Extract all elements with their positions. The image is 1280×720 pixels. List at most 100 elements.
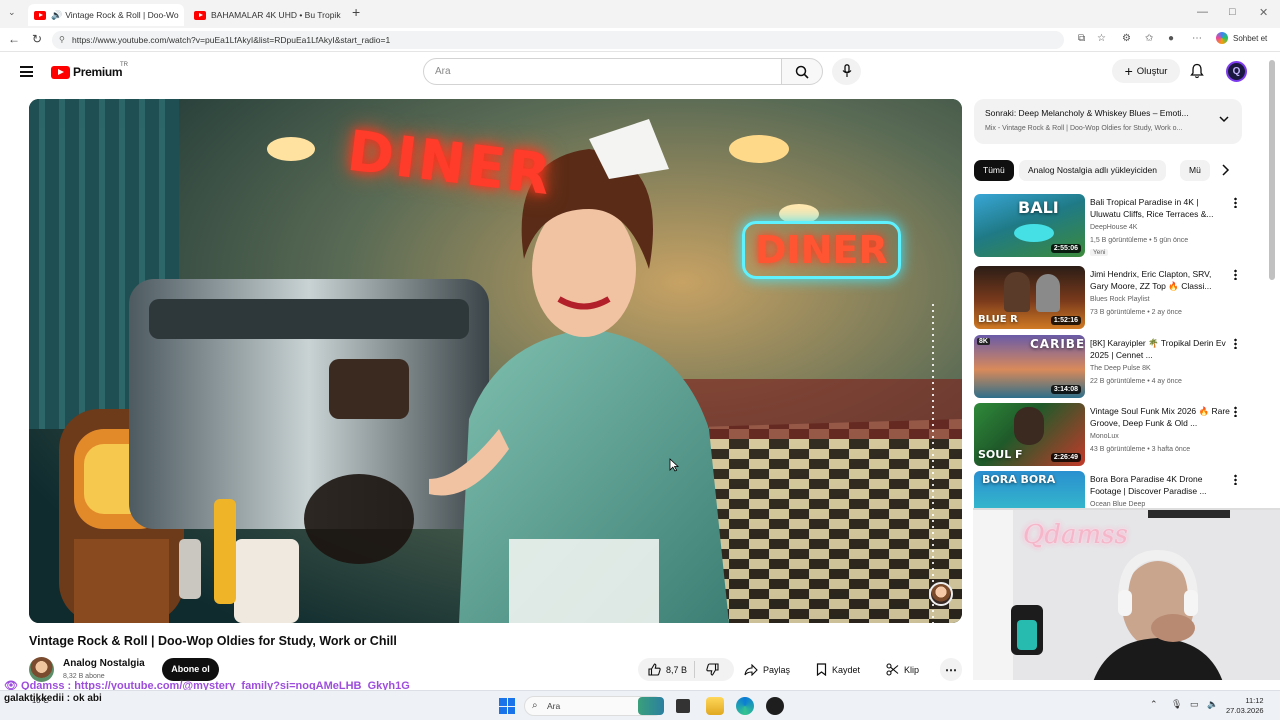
url-field[interactable]: ⚲ https://www.youtube.com/watch?v=puEa1L… xyxy=(52,31,1064,49)
dislike-button[interactable] xyxy=(706,663,724,678)
recommendation-channel[interactable]: The Deep Pulse 8K xyxy=(1090,365,1151,372)
more-actions-button[interactable]: ⋯ xyxy=(940,658,962,681)
youtube-premium-logo[interactable]: Premium xyxy=(51,65,123,79)
edge-browser-icon[interactable] xyxy=(736,697,754,715)
audio-visualizer xyxy=(932,304,934,623)
chevron-right-icon[interactable] xyxy=(1219,163,1231,177)
clip-label: Klip xyxy=(904,664,920,675)
volume-icon[interactable]: 🔈 xyxy=(1207,699,1218,710)
tab-bahamalar[interactable]: BAHAMALAR 4K UHD • Bu Tropik × xyxy=(188,4,344,26)
back-arrow-icon[interactable]: ← xyxy=(8,32,20,46)
youtube-favicon-icon xyxy=(194,10,206,20)
thumbnail-text: CARIBE xyxy=(1030,337,1085,351)
video-thumbnail[interactable]: BALI 2:55:06 xyxy=(974,194,1085,257)
chip-music[interactable]: Mü xyxy=(1180,160,1210,181)
chevron-down-icon[interactable] xyxy=(1218,113,1230,125)
recommendation-title[interactable]: Bali Tropical Paradise in 4K | Uluwatu C… xyxy=(1090,196,1230,220)
favorite-star-icon[interactable]: ☆ xyxy=(1097,33,1106,44)
windows-taskbar: galaktikkedii : ok abi 16°C ⌕ Ara ⌃ 🎙 ▭ … xyxy=(0,690,1280,720)
clock-date: 27.03.2026 xyxy=(1226,706,1264,715)
search-input[interactable]: Ara xyxy=(423,58,782,85)
more-vertical-icon[interactable] xyxy=(1234,338,1237,349)
video-thumbnail[interactable]: SOUL F 2:26:49 xyxy=(974,403,1085,466)
thumbs-down-icon xyxy=(706,663,719,676)
tray-chevron-icon[interactable]: ⌃ xyxy=(1150,699,1158,710)
recommendation-meta: 1,5 B görüntüleme • 5 gün önce xyxy=(1090,237,1189,244)
recommendation-item[interactable]: SOUL F 2:26:49 Vintage Soul Funk Mix 202… xyxy=(974,403,1244,467)
taskbar-search-label: Ara xyxy=(547,701,561,711)
filter-chips: Tümü Analog Nostalgia adlı yükleyiciden … xyxy=(974,160,1232,181)
chip-uploader[interactable]: Analog Nostalgia adlı yükleyiciden xyxy=(1019,160,1166,181)
menu-hamburger-icon[interactable] xyxy=(20,66,33,77)
mic-tray-icon[interactable]: 🎙 xyxy=(1171,699,1182,710)
account-avatar[interactable]: Q xyxy=(1226,61,1247,82)
channel-name[interactable]: Analog Nostalgia xyxy=(63,658,145,669)
recommendation-title[interactable]: [8K] Karayipler 🌴 Tropikal Derin Ev 2025… xyxy=(1090,337,1230,361)
save-button[interactable]: Kaydet xyxy=(816,658,860,681)
profile-icon[interactable]: ● xyxy=(1168,33,1174,44)
chat-overlay-line2: galaktikkedii : ok abi xyxy=(4,693,102,704)
create-button[interactable]: + Oluştur xyxy=(1112,59,1180,83)
search-button[interactable] xyxy=(781,58,823,85)
new-tab-button[interactable]: + xyxy=(352,4,360,20)
recommendation-title[interactable]: Jimi Hendrix, Eric Clapton, SRV, Gary Mo… xyxy=(1090,268,1230,292)
refresh-icon[interactable]: ↻ xyxy=(32,32,42,46)
file-explorer-icon[interactable] xyxy=(706,697,724,715)
recommendation-item[interactable]: BALI 2:55:06 Bali Tropical Paradise in 4… xyxy=(974,194,1244,258)
more-vertical-icon[interactable] xyxy=(1234,197,1237,208)
video-thumbnail[interactable]: BLUE R 1:52:16 xyxy=(974,266,1085,329)
more-vertical-icon[interactable] xyxy=(1234,474,1237,485)
recommendation-title[interactable]: Bora Bora Paradise 4K Drone Footage | Di… xyxy=(1090,473,1230,497)
youtube-header: Premium TR Ara + Oluştur Q xyxy=(0,52,1280,92)
more-menu-icon[interactable]: ⋯ xyxy=(1192,33,1202,44)
share-label: Paylaş xyxy=(763,664,791,675)
favorites-icon[interactable]: ✩ xyxy=(1145,33,1153,44)
recommendation-channel[interactable]: Ocean Blue Deep xyxy=(1090,501,1145,508)
scissors-icon xyxy=(886,663,899,676)
voice-search-button[interactable] xyxy=(832,58,861,85)
maximize-button[interactable]: □ xyxy=(1229,6,1236,18)
recommendation-channel[interactable]: DeepHouse 4K xyxy=(1090,224,1137,231)
task-view-icon[interactable] xyxy=(676,699,690,713)
tab-list-chevron-icon[interactable]: ⌄ xyxy=(8,7,16,18)
search-icon: ⌕ xyxy=(532,700,538,711)
page-scrollbar[interactable] xyxy=(1269,60,1275,280)
clip-button[interactable]: Klip xyxy=(886,658,919,681)
video-thumbnail[interactable]: 8K CARIBE 3:14:08 xyxy=(974,335,1085,398)
like-button[interactable]: 8,7 B xyxy=(648,663,687,676)
more-vertical-icon[interactable] xyxy=(1234,406,1237,417)
obs-app-icon[interactable] xyxy=(766,697,784,715)
next-up-title: Sonraki: Deep Melancholy & Whiskey Blues… xyxy=(985,108,1189,118)
recommendation-item[interactable]: BLUE R 1:52:16 Jimi Hendrix, Eric Clapto… xyxy=(974,266,1244,330)
bookmark-icon xyxy=(816,663,827,676)
site-info-icon[interactable]: ⚲ xyxy=(59,31,65,49)
tab-vintage-rock[interactable]: 🔊 Vintage Rock & Roll | Doo-Wo × xyxy=(28,4,184,26)
app-available-icon[interactable]: ⧉ xyxy=(1078,33,1085,44)
notifications-bell-icon[interactable] xyxy=(1190,63,1204,79)
video-player[interactable]: DINER DINER xyxy=(29,99,962,623)
widgets-app-icon[interactable] xyxy=(638,697,664,715)
chip-all[interactable]: Tümü xyxy=(974,160,1014,181)
network-icon[interactable]: ▭ xyxy=(1190,699,1199,710)
more-horizontal-icon: ⋯ xyxy=(945,662,957,677)
minimize-button[interactable]: — xyxy=(1197,6,1208,18)
recommendation-channel[interactable]: MonoLux xyxy=(1090,433,1119,440)
extensions-icon[interactable]: ⚙ xyxy=(1122,33,1131,44)
copilot-button[interactable]: Sohbet et xyxy=(1216,32,1267,44)
close-window-button[interactable]: ✕ xyxy=(1259,6,1268,19)
subscribe-button[interactable]: Abone ol xyxy=(162,658,219,681)
like-count: 8,7 B xyxy=(666,664,688,675)
recommendation-channel[interactable]: Blues Rock Playlist xyxy=(1090,296,1150,303)
more-vertical-icon[interactable] xyxy=(1234,269,1237,280)
share-button[interactable]: Paylaş xyxy=(744,658,790,681)
url-text: https://www.youtube.com/watch?v=puEa1LfA… xyxy=(72,35,391,45)
neon-sign-text: Qdamss xyxy=(1023,520,1128,550)
recommendation-item[interactable]: 8K CARIBE 3:14:08 [8K] Karayipler 🌴 Trop… xyxy=(974,335,1244,399)
up-next-panel[interactable]: Sonraki: Deep Melancholy & Whiskey Blues… xyxy=(974,99,1242,144)
recommendation-title[interactable]: Vintage Soul Funk Mix 2026 🔥 Rare Groove… xyxy=(1090,405,1230,429)
thumbnail-text: BLUE R xyxy=(978,314,1018,325)
start-windows-icon[interactable] xyxy=(499,698,515,714)
channel-watermark[interactable] xyxy=(929,582,953,606)
system-clock[interactable]: 11:12 27.03.2026 xyxy=(1226,696,1264,716)
weather-widget[interactable]: 16°C xyxy=(32,696,49,705)
